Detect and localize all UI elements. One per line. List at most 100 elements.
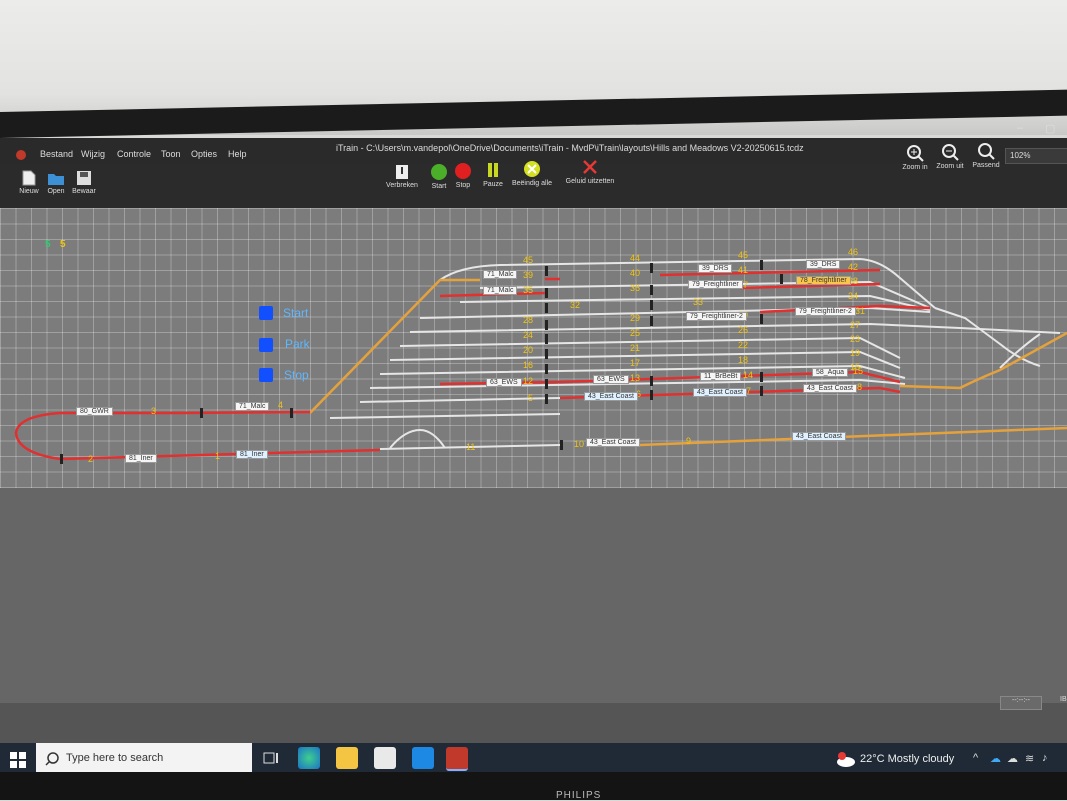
train-label[interactable]: 79_Freightliner xyxy=(688,280,743,289)
disconnect-button[interactable]: Verbreken xyxy=(384,164,420,189)
task-view-icon[interactable] xyxy=(260,747,282,769)
block-number[interactable]: 35 xyxy=(523,285,533,295)
block-number[interactable]: 15 xyxy=(853,366,863,376)
train-label[interactable]: 71_Malc xyxy=(483,286,518,295)
zoom-level-select[interactable]: 102% xyxy=(1005,148,1067,164)
mute-button[interactable]: Geluid uitzetten xyxy=(562,158,618,185)
block-number[interactable]: 16 xyxy=(523,360,533,370)
block-number[interactable]: 44 xyxy=(630,253,640,263)
block-number[interactable]: 12 xyxy=(523,376,533,386)
stop-button[interactable]: Stop xyxy=(452,162,474,189)
volume-icon[interactable]: ♪ xyxy=(1042,752,1048,764)
train-label[interactable]: 39_DRS xyxy=(806,260,841,269)
block-number[interactable]: 46 xyxy=(848,247,858,257)
block-number[interactable]: 8 xyxy=(857,382,862,392)
train-label[interactable]: 58_Aqua xyxy=(812,368,849,377)
menu-wijzig[interactable]: Wijzig xyxy=(81,149,105,159)
block-number[interactable]: 45 xyxy=(738,250,748,260)
chevron-up-icon[interactable]: ^ xyxy=(973,752,978,764)
block-number[interactable]: 24 xyxy=(523,330,533,340)
microsoft-store-icon[interactable] xyxy=(374,747,396,769)
pause-button[interactable]: Pauze xyxy=(482,161,504,188)
menu-toon[interactable]: Toon xyxy=(161,149,181,159)
status-bar xyxy=(0,703,1067,743)
block-number[interactable]: 1 xyxy=(215,451,220,461)
train-label[interactable]: 43_East Coast xyxy=(792,432,846,441)
train-label[interactable]: 43_East Coast xyxy=(693,388,747,397)
block-number[interactable]: 2 xyxy=(88,454,93,464)
train-label[interactable]: 81_Iner xyxy=(236,450,268,459)
block-number[interactable]: 40 xyxy=(630,268,640,278)
train-label[interactable]: 71_Malc xyxy=(235,402,270,411)
block-number[interactable]: 11 xyxy=(466,442,475,452)
windows-start-icon[interactable] xyxy=(10,752,26,768)
block-number[interactable]: 17 xyxy=(630,358,640,368)
itrain-taskbar-icon[interactable] xyxy=(446,747,468,771)
block-number[interactable]: 20 xyxy=(523,345,533,355)
zoom-in-button[interactable]: Zoom in xyxy=(900,144,930,171)
block-number[interactable]: 41 xyxy=(738,265,748,275)
block-number[interactable]: 32 xyxy=(570,300,580,310)
block-number[interactable]: 28 xyxy=(523,315,533,325)
weather-text[interactable]: 22°C Mostly cloudy xyxy=(860,753,954,765)
block-number[interactable]: 42 xyxy=(848,262,858,272)
wifi-icon[interactable]: ≋ xyxy=(1025,752,1034,765)
taskbar-search-box[interactable]: Type here to search xyxy=(36,743,252,774)
train-label[interactable]: 71_Malc xyxy=(483,270,518,279)
outlook-icon[interactable] xyxy=(412,747,434,769)
block-number[interactable]: 31 xyxy=(855,306,865,316)
block-number[interactable]: 25 xyxy=(630,328,640,338)
block-number[interactable]: 21 xyxy=(630,343,640,353)
block-number[interactable]: 26 xyxy=(738,325,748,335)
open-button[interactable]: Open xyxy=(44,170,68,195)
cloud-tray-icon[interactable]: ☁ xyxy=(1007,752,1018,765)
train-label[interactable]: 43_East Coast xyxy=(586,438,640,447)
block-number[interactable]: 14 xyxy=(743,370,753,380)
menu-help[interactable]: Help xyxy=(228,149,247,159)
train-label[interactable]: 63_EWS xyxy=(486,378,522,387)
menu-controle[interactable]: Controle xyxy=(117,149,151,159)
edge-browser-icon[interactable] xyxy=(298,747,320,769)
layout-canvas[interactable]: 5 5 Start Park Stop 45 44 46 45 39 40 41… xyxy=(0,208,1067,488)
menu-opties[interactable]: Opties xyxy=(191,149,217,159)
block-number[interactable]: 22 xyxy=(738,340,748,350)
train-label[interactable]: 43_East Coast xyxy=(803,384,857,393)
maximize-icon[interactable]: ▢ xyxy=(1045,122,1055,135)
start-button[interactable]: Start xyxy=(428,163,450,190)
block-number[interactable]: 9 xyxy=(686,436,691,446)
block-number[interactable]: 18 xyxy=(738,355,748,365)
train-label[interactable]: 11_BrBeBt xyxy=(700,372,742,381)
block-number[interactable]: 36 xyxy=(630,283,640,293)
fit-button[interactable]: Passend xyxy=(970,142,1002,169)
block-number[interactable]: 13 xyxy=(630,373,640,383)
train-label[interactable]: 79_Freightliner-2 xyxy=(795,307,856,316)
train-label[interactable]: 78_Freightliner xyxy=(796,276,851,285)
block-number[interactable]: 23 xyxy=(850,334,860,344)
block-number[interactable]: 33 xyxy=(693,297,703,307)
block-number[interactable]: 34 xyxy=(848,291,858,301)
block-number[interactable]: 27 xyxy=(850,320,860,330)
train-label[interactable]: 39_DRS xyxy=(698,264,733,273)
new-button[interactable]: Nieuw xyxy=(17,170,41,195)
block-number[interactable]: 45 xyxy=(523,255,533,265)
file-explorer-icon[interactable] xyxy=(336,747,358,769)
end-all-button[interactable]: Beëindig alle xyxy=(510,160,554,187)
block-number[interactable]: 5 xyxy=(528,393,533,403)
block-number[interactable]: 19 xyxy=(850,348,860,358)
train-label[interactable]: 43_East Coast xyxy=(584,392,638,401)
block-number[interactable]: 10 xyxy=(574,439,584,449)
zoom-out-button[interactable]: Zoom uit xyxy=(934,143,966,170)
train-label[interactable]: 63_EWS xyxy=(593,375,629,384)
minimize-icon[interactable]: – xyxy=(1017,122,1023,134)
train-label[interactable]: 80_GWR xyxy=(76,407,113,416)
block-number[interactable]: 3 xyxy=(151,406,156,416)
onedrive-icon[interactable]: ☁ xyxy=(990,752,1001,765)
menu-bestand[interactable]: Bestand xyxy=(40,149,73,159)
track-diagram xyxy=(14,257,1067,464)
train-label[interactable]: 81_Iner xyxy=(125,454,157,463)
block-number[interactable]: 4 xyxy=(278,400,283,410)
save-button[interactable]: Bewaar xyxy=(70,170,98,195)
block-number[interactable]: 29 xyxy=(630,313,640,323)
train-label[interactable]: 79_Freightliner-2 xyxy=(686,312,747,321)
block-number[interactable]: 39 xyxy=(523,270,533,280)
